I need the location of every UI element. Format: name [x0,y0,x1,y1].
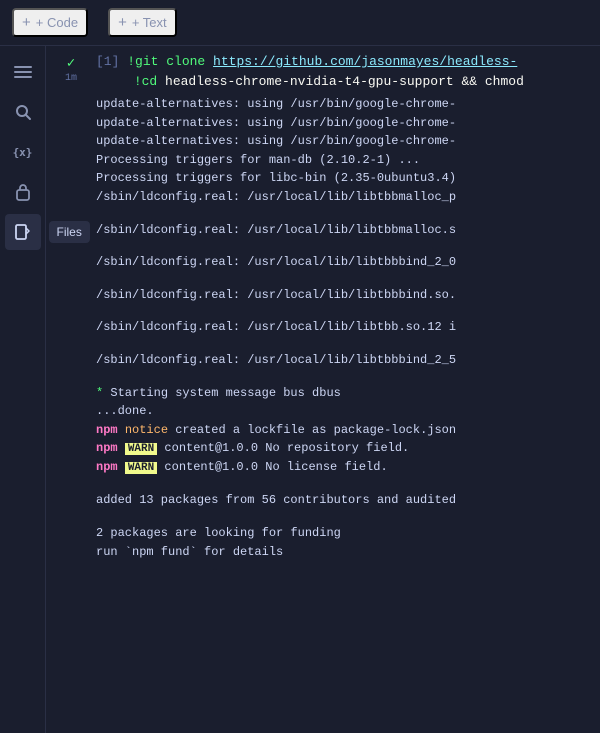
cell-time: 1m [65,73,77,84]
output-area[interactable]: update-alternatives: using /usr/bin/goog… [46,91,600,733]
output-line-npm-notice: npm notice created a lockfile as package… [96,421,592,440]
output-line: Processing triggers for libc-bin (2.35-0… [96,169,592,188]
output-line-done: ...done. [96,402,592,421]
output-spacer [96,370,592,384]
output-line: update-alternatives: using /usr/bin/goog… [96,132,592,151]
cell-header: ✓ 1m [1] !git clone https://github.com/j… [46,46,600,91]
sidebar-item-search[interactable] [5,94,41,130]
run-indicator[interactable]: ✓ [62,54,80,72]
output-line-dbus: * Starting system message bus dbus [96,384,592,403]
output-line: /sbin/ldconfig.real: /usr/local/lib/libt… [96,221,592,240]
output-spacer [96,337,592,351]
plus-icon: + [22,14,31,31]
output-line: /sbin/ldconfig.real: /usr/local/lib/libt… [96,318,592,337]
output-line-funding: 2 packages are looking for funding [96,524,592,543]
cell-content: [1] !git clone https://github.com/jasonm… [96,52,600,91]
text-btn-label: + Text [132,15,167,30]
output-spacer [96,304,592,318]
toolbar: + + Code + + Text [0,0,600,46]
cell-area: ✓ 1m [1] !git clone https://github.com/j… [46,46,600,733]
output-line: Processing triggers for man-db (2.10.2-1… [96,151,592,170]
checkmark-icon: ✓ [67,55,75,72]
output-line: /sbin/ldconfig.real: /usr/local/lib/libt… [96,286,592,305]
output-line: /sbin/ldconfig.real: /usr/local/lib/libt… [96,253,592,272]
output-spacer [96,239,592,253]
output-line-added: added 13 packages from 56 contributors a… [96,491,592,510]
cell-number-label: [1] !git clone https://github.com/jasonm… [96,52,600,72]
sidebar-item-files[interactable]: Files [5,214,41,250]
output-spacer [96,272,592,286]
sidebar-item-secrets[interactable] [5,174,41,210]
output-line: update-alternatives: using /usr/bin/goog… [96,114,592,133]
output-spacer [96,207,592,221]
output-spacer [96,477,592,491]
output-spacer [96,510,592,524]
sidebar-item-variables[interactable]: {x} [5,134,41,170]
sidebar: {x} Files [0,46,46,733]
sidebar-item-menu[interactable] [5,54,41,90]
output-line: /sbin/ldconfig.real: /usr/local/lib/libt… [96,351,592,370]
output-line-npm-warn-1: npm WARN content@1.0.0 No repository fie… [96,439,592,458]
output-line-npm-warn-2: npm WARN content@1.0.0 No license field. [96,458,592,477]
output-line: /sbin/ldconfig.real: /usr/local/lib/libt… [96,188,592,207]
code-btn-label: + Code [36,15,78,30]
output-line-fund-cmd: run `npm fund` for details [96,543,592,562]
output-line: update-alternatives: using /usr/bin/goog… [96,95,592,114]
cell-gutter: ✓ 1m [46,52,96,84]
main-area: {x} Files ✓ 1m [0,46,600,733]
add-text-button[interactable]: + + Text [108,8,177,37]
plus-icon-text: + [118,14,127,31]
cmd-line-2: !cd headless-chrome-nvidia-t4-gpu-suppor… [96,72,600,92]
add-code-button[interactable]: + + Code [12,8,88,37]
